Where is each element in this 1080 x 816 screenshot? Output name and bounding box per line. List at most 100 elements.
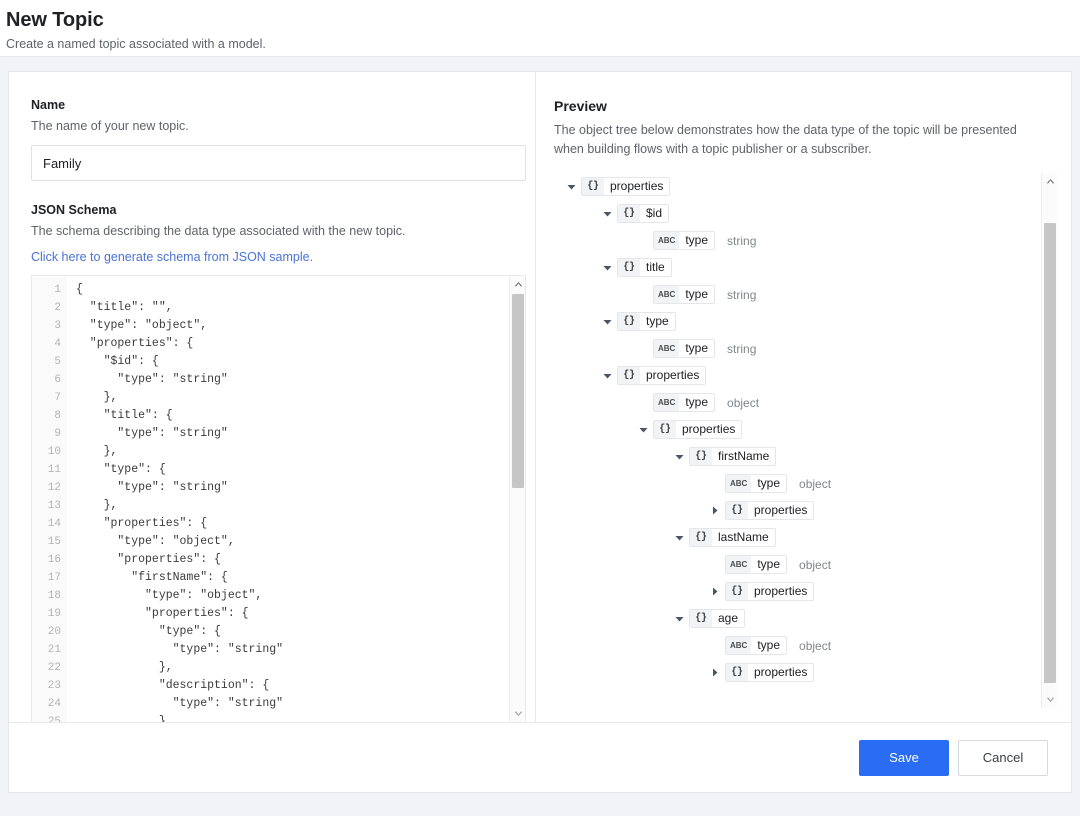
tree-node-value: string (727, 341, 757, 356)
tree-node[interactable]: ABC type object (554, 551, 1039, 578)
tree-node-label: properties (754, 503, 808, 517)
scroll-up-arrow-icon[interactable] (510, 276, 525, 292)
generate-schema-link[interactable]: Click here to generate schema from JSON … (31, 250, 515, 265)
tree-node-chip[interactable]: {} firstName (689, 447, 777, 466)
editor-vertical-scrollbar[interactable] (509, 276, 525, 722)
form-pane: Name The name of your new topic. JSON Sc… (9, 72, 536, 723)
tree-node-chip[interactable]: ABC type (653, 339, 716, 358)
tree-node[interactable]: {} properties (554, 173, 1039, 200)
tree-node[interactable]: {} lastName (554, 524, 1039, 551)
editor-line-number: 15 (47, 536, 61, 548)
tree-node[interactable]: ABC type object (554, 632, 1039, 659)
string-type-icon: ABC (654, 340, 680, 357)
tree-node-label: properties (754, 584, 808, 598)
tree-node-chip[interactable]: {} title (617, 258, 672, 277)
tree-node-value: string (727, 287, 757, 302)
caret-down-icon[interactable] (600, 369, 614, 383)
caret-down-icon[interactable] (600, 261, 614, 275)
object-type-icon: {} (654, 421, 676, 438)
tree-node[interactable]: {} firstName (554, 443, 1039, 470)
caret-placeholder-icon (708, 639, 722, 653)
editor-line-number: 20 (47, 626, 61, 638)
tree-node-label: type (685, 395, 709, 409)
tree-node[interactable]: {} properties (554, 416, 1039, 443)
card-footer: Save Cancel (9, 722, 1071, 792)
string-type-icon: ABC (726, 475, 752, 492)
tree-node-chip[interactable]: {} properties (725, 663, 815, 682)
tree-node-chip[interactable]: {} properties (653, 420, 743, 439)
tree-node-label: properties (682, 422, 736, 436)
tree-node-chip[interactable]: ABC type (653, 393, 716, 412)
name-field-label: Name (31, 98, 66, 112)
tree-node[interactable]: {} $id (554, 200, 1039, 227)
editor-scrollbar-thumb[interactable] (512, 294, 524, 488)
json-schema-help: The schema describing the data type asso… (31, 224, 406, 238)
tree-vertical-scrollbar[interactable] (1041, 173, 1057, 708)
tree-node-chip[interactable]: {} properties (617, 366, 707, 385)
tree-node[interactable]: {} properties (554, 659, 1039, 686)
topic-name-input[interactable] (31, 145, 526, 181)
caret-down-icon[interactable] (672, 612, 686, 626)
tree-node[interactable]: {} type (554, 308, 1039, 335)
tree-node-chip[interactable]: ABC type (653, 231, 716, 250)
tree-node[interactable]: {} properties (554, 578, 1039, 605)
caret-down-icon[interactable] (672, 531, 686, 545)
editor-code-area[interactable]: { "title": "", "type": "object", "proper… (67, 276, 525, 722)
tree-scroll-up-arrow-icon[interactable] (1042, 173, 1057, 189)
json-schema-editor[interactable]: 1 2 3 4 5 6 7 8 9 10 11 12 13 14 15 16 17 18 19 20 21 22 23 24 2… (31, 275, 526, 723)
tree-node[interactable]: ABC type object (554, 389, 1039, 416)
object-type-icon: {} (582, 178, 604, 195)
tree-node-chip[interactable]: ABC type (725, 555, 788, 574)
object-type-icon: {} (618, 259, 640, 276)
tree-node-label: $id (646, 206, 663, 220)
tree-node[interactable]: {} title (554, 254, 1039, 281)
object-type-icon: {} (726, 502, 748, 519)
editor-line-number: 17 (47, 572, 61, 584)
editor-line-number: 13 (47, 500, 61, 512)
caret-down-icon[interactable] (672, 450, 686, 464)
caret-down-icon[interactable] (600, 207, 614, 221)
new-topic-card: Name The name of your new topic. JSON Sc… (8, 71, 1072, 793)
tree-node[interactable]: ABC type string (554, 335, 1039, 362)
caret-down-icon[interactable] (564, 180, 578, 194)
tree-node[interactable]: ABC type string (554, 227, 1039, 254)
tree-node-label: properties (754, 665, 808, 679)
editor-line-number: 1 (54, 284, 61, 296)
tree-node-chip[interactable]: ABC type (725, 636, 788, 655)
preview-description: The object tree below demonstrates how t… (554, 123, 1017, 156)
tree-node-chip[interactable]: {} age (689, 609, 746, 628)
tree-node-chip[interactable]: ABC type (653, 285, 716, 304)
tree-node[interactable]: {} properties (554, 362, 1039, 389)
tree-node-label: firstName (718, 449, 770, 463)
json-schema-label: JSON Schema (31, 203, 117, 217)
tree-scroll-down-arrow-icon[interactable] (1042, 692, 1057, 708)
tree-node-value: object (727, 395, 760, 410)
caret-right-icon[interactable] (708, 585, 722, 599)
caret-right-icon[interactable] (708, 666, 722, 680)
string-type-icon: ABC (654, 286, 680, 303)
tree-node-chip[interactable]: {} properties (725, 501, 815, 520)
string-type-icon: ABC (726, 637, 752, 654)
caret-placeholder-icon (636, 396, 650, 410)
tree-scrollbar-thumb[interactable] (1044, 223, 1056, 683)
tree-node-chip[interactable]: {} properties (725, 582, 815, 601)
caret-right-icon[interactable] (708, 504, 722, 518)
save-button[interactable]: Save (859, 739, 949, 776)
caret-down-icon[interactable] (600, 315, 614, 329)
tree-node-chip[interactable]: {} $id (617, 204, 670, 223)
tree-node-chip[interactable]: {} lastName (689, 528, 776, 547)
tree-node[interactable]: {} age (554, 605, 1039, 632)
editor-line-number: 23 (47, 680, 61, 692)
tree-node[interactable]: ABC type string (554, 281, 1039, 308)
scroll-down-arrow-icon[interactable] (510, 706, 525, 722)
tree-node-label: age (718, 611, 739, 625)
cancel-button[interactable]: Cancel (958, 739, 1048, 776)
card-body: Name The name of your new topic. JSON Sc… (9, 72, 1071, 723)
tree-node[interactable]: ABC type object (554, 470, 1039, 497)
tree-node-chip[interactable]: {} properties (581, 177, 671, 196)
string-type-icon: ABC (654, 394, 680, 411)
tree-node-chip[interactable]: {} type (617, 312, 676, 331)
caret-down-icon[interactable] (636, 423, 650, 437)
tree-node-chip[interactable]: ABC type (725, 474, 788, 493)
tree-node[interactable]: {} properties (554, 497, 1039, 524)
